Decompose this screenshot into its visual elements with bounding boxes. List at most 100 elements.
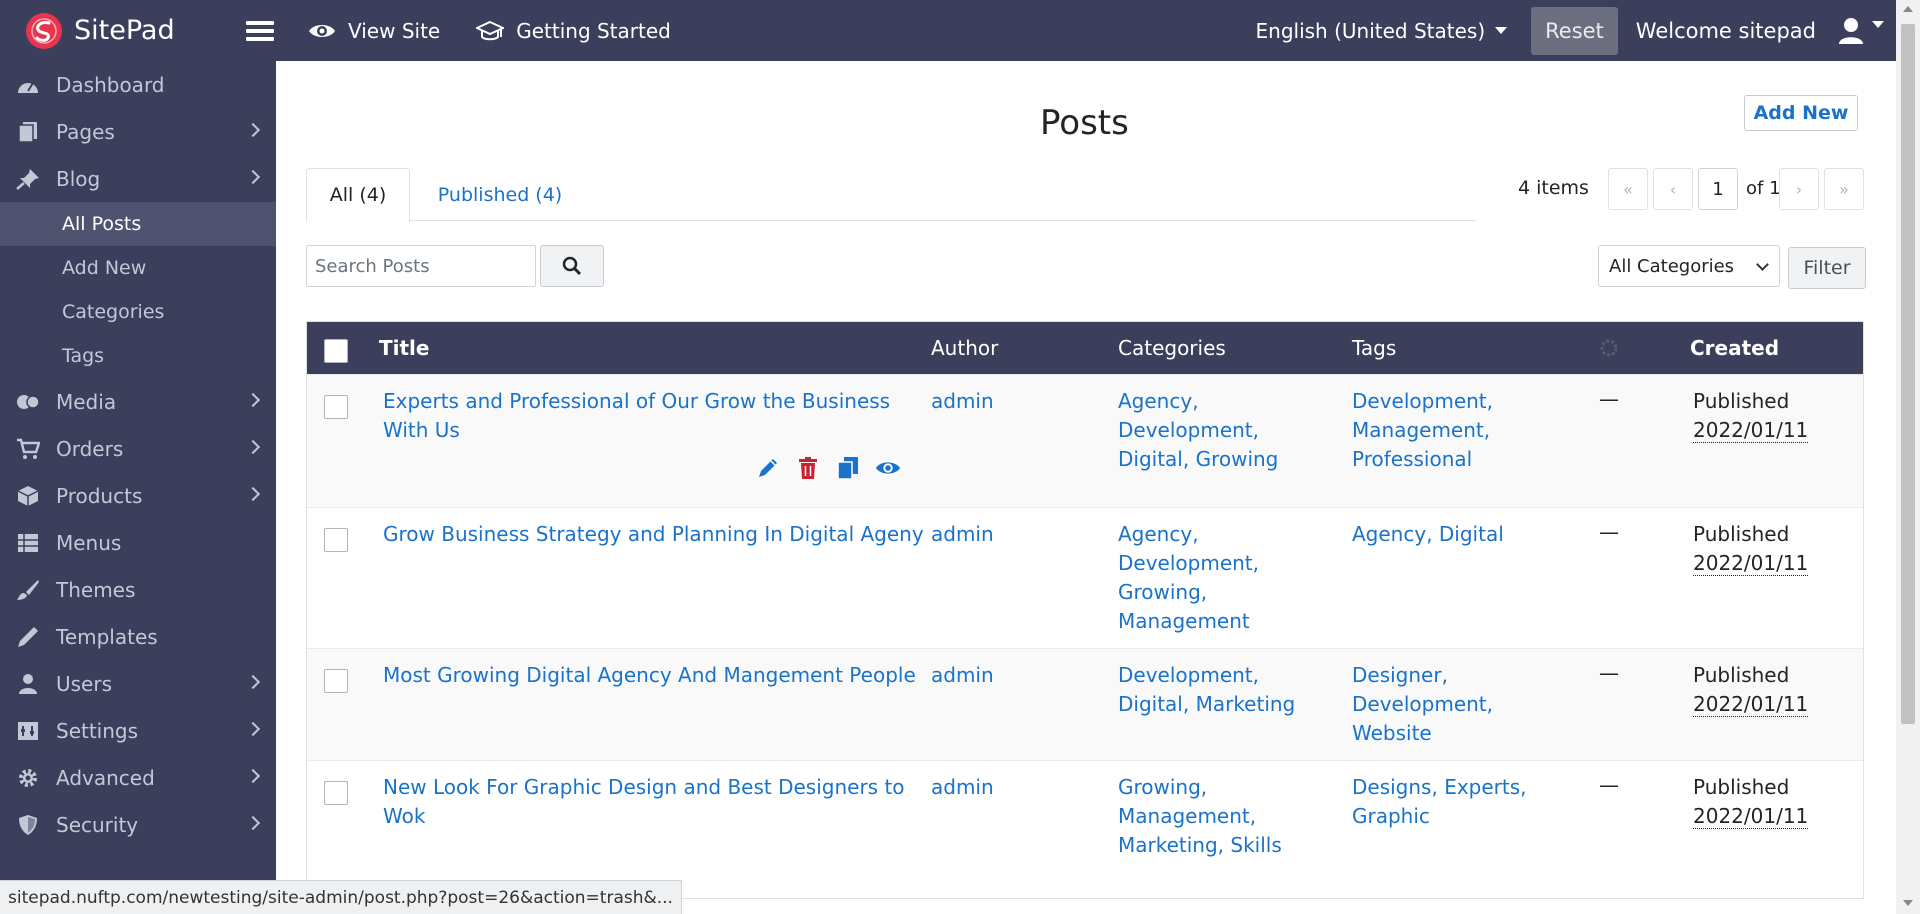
pager-first-button[interactable]: « [1608, 168, 1648, 210]
sidebar-subitem-all-posts[interactable]: All Posts [0, 202, 276, 246]
view-eye-icon[interactable] [875, 455, 901, 481]
post-title-link[interactable]: New Look For Graphic Design and Best Des… [383, 773, 905, 831]
sidebar-item-label: Advanced [56, 765, 155, 790]
language-dropdown[interactable]: English (United States) [1256, 19, 1508, 43]
sidebar-item-users[interactable]: Users [0, 660, 276, 707]
scroll-up-arrow-icon[interactable] [1903, 6, 1913, 12]
scroll-down-arrow-icon[interactable] [1903, 900, 1913, 906]
filter-button[interactable]: Filter [1788, 247, 1866, 289]
categories-list[interactable]: Agency, Development, Growing, Management [1118, 520, 1259, 636]
comments-count: — [1599, 661, 1619, 685]
sitepad-logo-icon [26, 12, 62, 49]
user-menu[interactable] [1838, 17, 1884, 45]
reset-button[interactable]: Reset [1531, 6, 1618, 55]
tab-all[interactable]: All (4) [306, 168, 410, 222]
sidebar-item-blog[interactable]: Blog [0, 155, 276, 202]
column-title[interactable]: Title [379, 336, 429, 360]
author-link[interactable]: admin [931, 661, 994, 690]
tab-published[interactable]: Published (4) [410, 168, 590, 222]
post-title-link[interactable]: Experts and Professional of Our Grow the… [383, 387, 890, 445]
add-new-button[interactable]: Add New [1744, 95, 1858, 131]
pager-last-button[interactable]: » [1824, 168, 1864, 210]
table-row: New Look For Graphic Design and Best Des… [307, 760, 1863, 898]
comments-count: — [1599, 773, 1619, 797]
box-icon [16, 485, 40, 507]
sidebar-item-dashboard[interactable]: Dashboard [0, 61, 276, 108]
posts-table: Title Author Categories Tags Created Exp… [306, 321, 1864, 899]
created-status: Published 2022/01/11 [1693, 522, 1809, 576]
category-select[interactable]: All Categories [1598, 245, 1780, 287]
table-row: Most Growing Digital Agency And Mangemen… [307, 648, 1863, 760]
sidebar-item-security[interactable]: Security [0, 801, 276, 848]
column-categories: Categories [1118, 336, 1226, 360]
sidebar-subitem-categories[interactable]: Categories [0, 290, 276, 334]
sidebar-item-label: Users [56, 671, 113, 696]
row-checkbox[interactable] [324, 528, 348, 552]
brand-name: SitePad [74, 15, 175, 46]
view-site-link[interactable]: View Site [308, 19, 440, 43]
duplicate-icon[interactable] [835, 455, 861, 481]
select-all-checkbox[interactable] [324, 339, 348, 363]
dashboard-icon [16, 74, 40, 96]
tags-list[interactable]: Designer, Development, Website [1352, 661, 1493, 748]
author-link[interactable]: admin [931, 773, 994, 802]
row-checkbox[interactable] [324, 395, 348, 419]
sidebar-item-label: Templates [56, 624, 158, 649]
welcome-text: Welcome sitepad [1635, 18, 1816, 43]
menu-list-icon [16, 532, 40, 554]
sidebar-item-pages[interactable]: Pages [0, 108, 276, 155]
search-input[interactable]: Search Posts [306, 245, 536, 287]
tags-list[interactable]: Agency, Digital [1352, 520, 1504, 549]
sidebar-item-label: Pages [56, 119, 115, 144]
scrollbar[interactable] [1896, 0, 1920, 914]
trash-icon[interactable] [795, 455, 821, 481]
pager-next-button[interactable]: › [1779, 168, 1819, 210]
categories-list[interactable]: Agency, Development, Digital, Growing [1118, 387, 1278, 474]
brush-icon [16, 579, 40, 601]
author-link[interactable]: admin [931, 520, 994, 549]
post-title-link[interactable]: Most Growing Digital Agency And Mangemen… [383, 661, 916, 690]
sidebar-item-templates[interactable]: Templates [0, 613, 276, 660]
sidebar-item-label: Orders [56, 436, 124, 461]
categories-list[interactable]: Development, Digital, Marketing [1118, 661, 1295, 719]
hamburger-menu-icon[interactable] [246, 19, 276, 43]
comments-count: — [1599, 520, 1619, 544]
created-date: 2022/01/11 [1693, 418, 1809, 443]
sidebar-item-label: Security [56, 812, 139, 837]
sidebar-item-orders[interactable]: Orders [0, 425, 276, 472]
sidebar-item-settings[interactable]: Settings [0, 707, 276, 754]
pager-current-input[interactable]: 1 [1698, 168, 1738, 210]
chevron-right-icon [245, 486, 261, 502]
brand[interactable]: SitePad [0, 0, 276, 61]
row-checkbox[interactable] [324, 669, 348, 693]
edit-icon[interactable] [755, 455, 781, 481]
sidebar-subitem-add-new[interactable]: Add New [0, 246, 276, 290]
column-created[interactable]: Created [1690, 336, 1779, 360]
column-tags: Tags [1352, 336, 1397, 360]
sidebar-item-themes[interactable]: Themes [0, 566, 276, 613]
scrollbar-thumb[interactable] [1901, 24, 1915, 724]
sidebar-item-menus[interactable]: Menus [0, 519, 276, 566]
pager-prev-button[interactable]: ‹ [1653, 168, 1693, 210]
sidebar-item-label: Media [56, 389, 117, 414]
sidebar-item-products[interactable]: Products [0, 472, 276, 519]
sidebar-item-advanced[interactable]: Advanced [0, 754, 276, 801]
post-title-link[interactable]: Grow Business Strategy and Planning In D… [383, 520, 924, 549]
search-button[interactable] [540, 245, 604, 287]
chevron-right-icon [245, 674, 261, 690]
categories-list[interactable]: Growing, Management, Marketing, Skills [1118, 773, 1282, 860]
author-link[interactable]: admin [931, 387, 994, 416]
tags-list[interactable]: Designs, Experts, Graphic [1352, 773, 1527, 831]
tags-list[interactable]: Development, Management, Professional [1352, 387, 1493, 474]
sidebar: Dashboard Pages Blog All Posts Add New C… [0, 61, 276, 914]
category-select-value: All Categories [1609, 255, 1735, 277]
pin-icon [16, 168, 40, 190]
row-checkbox[interactable] [324, 781, 348, 805]
chevron-right-icon [245, 439, 261, 455]
sidebar-subitem-tags[interactable]: Tags [0, 334, 276, 378]
getting-started-link[interactable]: Getting Started [476, 19, 671, 43]
table-row: Grow Business Strategy and Planning In D… [307, 507, 1863, 648]
sidebar-item-media[interactable]: Media [0, 378, 276, 425]
table-row: Experts and Professional of Our Grow the… [307, 374, 1863, 507]
comments-icon [1599, 338, 1619, 363]
